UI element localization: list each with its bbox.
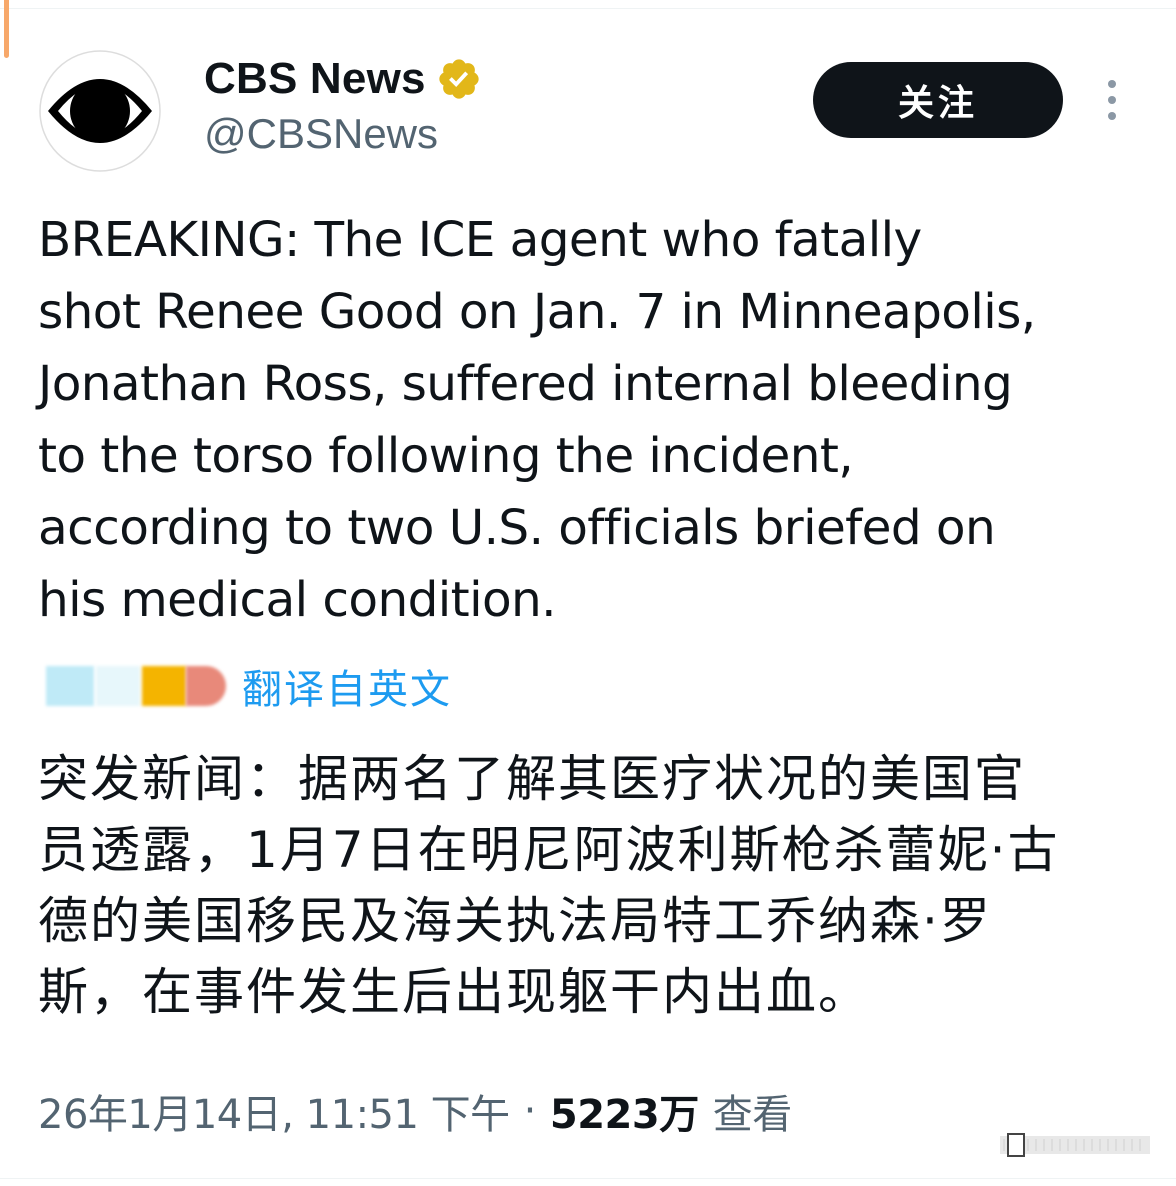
tweet-meta: 26年1月14日, 11:51 下午 · 5223万 查看 xyxy=(38,1082,792,1140)
account-name-row: CBS News xyxy=(204,54,482,104)
translation-attribution: 翻译自英文 xyxy=(44,656,452,716)
bottom-divider xyxy=(0,1178,1176,1179)
blurred-translator-logo xyxy=(44,662,236,710)
tweet-line: Jonathan Ross, suffered internal bleedin… xyxy=(38,356,1013,412)
timestamp[interactable]: 26年1月14日, 11:51 下午 xyxy=(38,1082,510,1140)
cbs-eye-logo-icon xyxy=(39,50,161,172)
translated-from-english-link[interactable]: 翻译自英文 xyxy=(242,657,452,715)
tweet-text-translated: 突发新闻：据两名了解其医疗状况的美国官 员透露，1月7日在明尼阿波利斯枪杀蕾妮·… xyxy=(38,744,1148,1028)
views-count: 5223万 xyxy=(549,1092,699,1138)
tweet-line: 斯，在事件发生后出现躯干内出血。 xyxy=(38,963,870,1021)
views-label: 查看 xyxy=(712,1092,793,1138)
tweet-line: according to two U.S. officials briefed … xyxy=(38,500,996,556)
account-handle[interactable]: @CBSNews xyxy=(204,110,438,158)
watermark-icon xyxy=(1000,1133,1150,1157)
tweet-line: 德的美国移民及海关执法局特工乔纳森·罗 xyxy=(38,892,992,950)
tweet-text-english: BREAKING: The ICE agent who fatally shot… xyxy=(38,204,1148,636)
verified-badge-icon xyxy=(439,59,479,99)
tweet-line: 员透露，1月7日在明尼阿波利斯枪杀蕾妮·古 xyxy=(38,821,1060,879)
tweet-header: CBS News @CBSNews 关注 xyxy=(0,0,1176,190)
tweet-line: his medical condition. xyxy=(38,572,557,628)
tweet-line: 突发新闻：据两名了解其医疗状况的美国官 xyxy=(38,750,1026,808)
avatar[interactable] xyxy=(38,49,162,173)
tweet-line: shot Renee Good on Jan. 7 in Minneapolis… xyxy=(38,284,1036,340)
more-options-icon[interactable] xyxy=(1092,76,1132,124)
meta-separator: · xyxy=(523,1088,537,1134)
account-name[interactable]: CBS News xyxy=(204,54,426,104)
tweet-line: BREAKING: The ICE agent who fatally xyxy=(38,212,922,268)
tweet-line: to the torso following the incident, xyxy=(38,428,854,484)
follow-button[interactable]: 关注 xyxy=(813,62,1063,138)
